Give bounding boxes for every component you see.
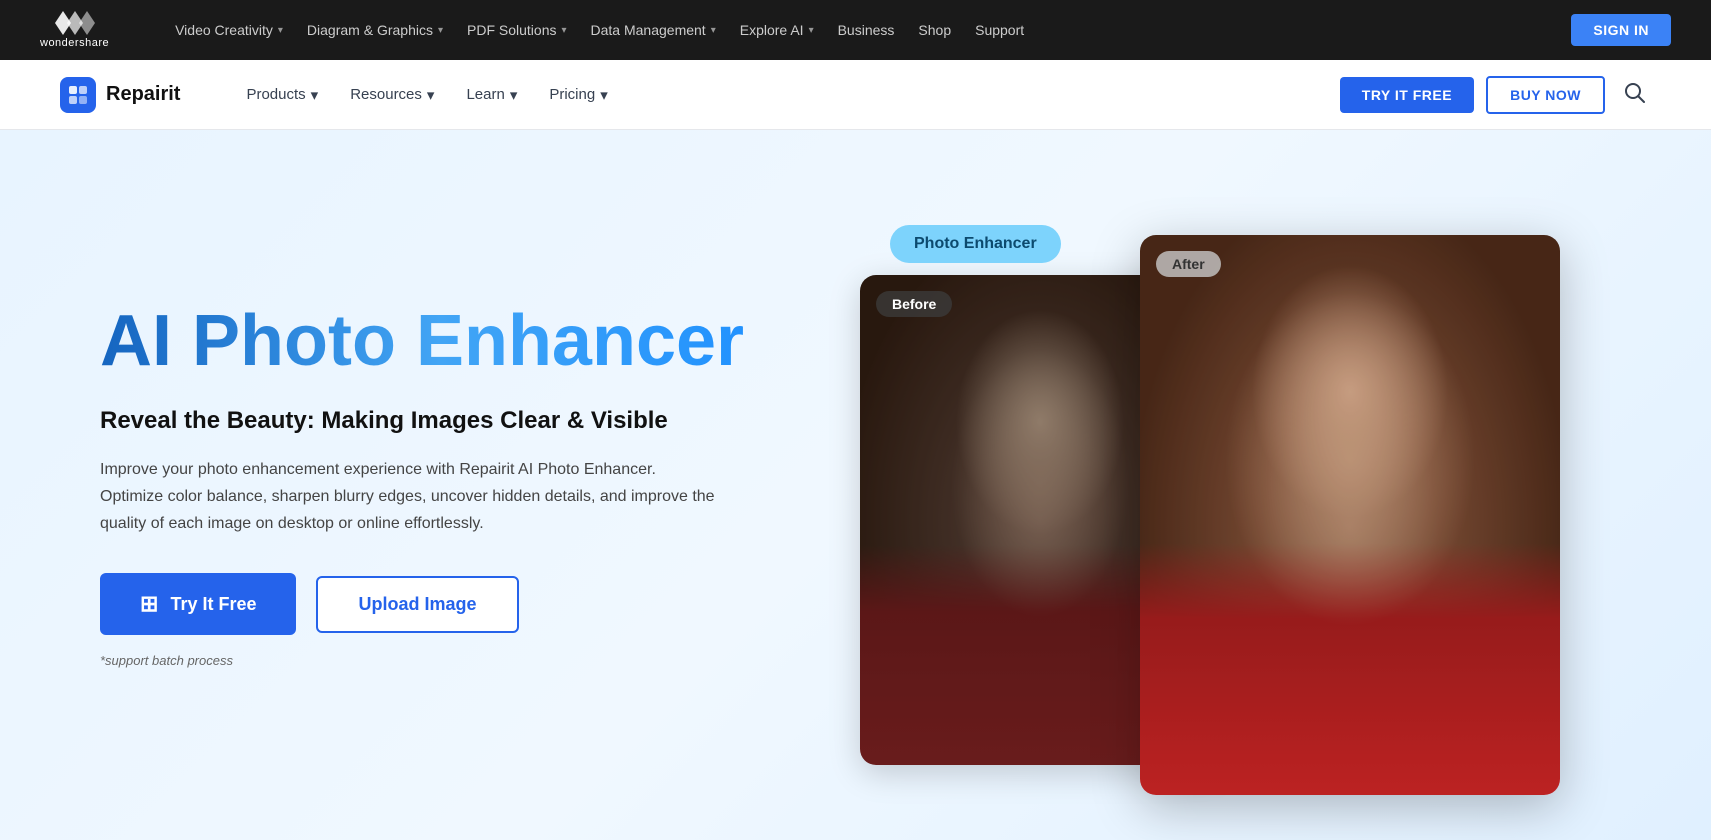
hero-subtitle: Reveal the Beauty: Making Images Clear &…	[100, 405, 780, 436]
chevron-down-icon: ▾	[711, 25, 716, 36]
top-nav-video-creativity[interactable]: Video Creativity ▾	[165, 16, 293, 44]
repairit-logo-icon	[60, 77, 96, 113]
chevron-down-icon: ▾	[311, 86, 319, 104]
top-nav-data-management[interactable]: Data Management ▾	[581, 16, 726, 44]
top-navigation: wondershare Video Creativity ▾ Diagram &…	[0, 0, 1711, 60]
second-navigation: Repairit Products ▾ Resources ▾ Learn ▾ …	[0, 60, 1711, 130]
repairit-brand[interactable]: Repairit	[60, 77, 180, 113]
second-nav-products[interactable]: Products ▾	[232, 78, 332, 112]
second-nav-pricing[interactable]: Pricing ▾	[535, 78, 621, 112]
windows-icon: ⊞	[140, 591, 158, 617]
hero-image-comparison: Photo Enhancer Before After	[860, 225, 1611, 745]
chevron-down-icon: ▾	[561, 25, 566, 36]
top-nav-business[interactable]: Business	[828, 16, 905, 44]
chevron-down-icon: ▾	[809, 25, 814, 36]
top-nav-diagram-graphics[interactable]: Diagram & Graphics ▾	[297, 16, 453, 44]
repairit-brand-name: Repairit	[106, 83, 180, 106]
second-nav-resources[interactable]: Resources ▾	[336, 78, 448, 112]
chevron-down-icon: ▾	[438, 25, 443, 36]
top-nav-items: Video Creativity ▾ Diagram & Graphics ▾ …	[165, 16, 1539, 44]
after-photo	[1140, 235, 1560, 795]
buy-now-button[interactable]: BUY NOW	[1486, 76, 1605, 114]
hero-section: AI Photo Enhancer Reveal the Beauty: Mak…	[0, 130, 1711, 840]
after-label: After	[1156, 251, 1221, 277]
chevron-down-icon: ▾	[278, 25, 283, 36]
chevron-down-icon: ▾	[510, 86, 518, 104]
hero-try-free-button[interactable]: ⊞ Try It Free	[100, 573, 296, 635]
second-nav-learn[interactable]: Learn ▾	[452, 78, 531, 112]
top-nav-right: SIGN IN	[1571, 14, 1671, 46]
try-it-free-button[interactable]: TRY IT FREE	[1340, 77, 1474, 113]
top-nav-pdf-solutions[interactable]: PDF Solutions ▾	[457, 16, 577, 44]
top-nav-explore-ai[interactable]: Explore AI ▾	[730, 16, 824, 44]
hero-content: AI Photo Enhancer Reveal the Beauty: Mak…	[100, 302, 780, 669]
hero-buttons: ⊞ Try It Free Upload Image	[100, 573, 780, 635]
second-nav-items: Products ▾ Resources ▾ Learn ▾ Pricing ▾	[232, 78, 1307, 112]
chevron-down-icon: ▾	[427, 86, 435, 104]
batch-note: *support batch process	[100, 653, 780, 668]
second-nav-right: TRY IT FREE BUY NOW	[1340, 75, 1651, 115]
after-image-card: After	[1140, 235, 1560, 795]
chevron-down-icon: ▾	[600, 86, 608, 104]
photo-enhancer-badge: Photo Enhancer	[890, 225, 1061, 263]
search-button[interactable]	[1617, 75, 1651, 115]
before-label: Before	[876, 291, 952, 317]
wondershare-logo[interactable]: wondershare	[40, 11, 109, 49]
search-icon	[1623, 81, 1645, 103]
wondershare-name: wondershare	[40, 37, 109, 49]
hero-upload-button[interactable]: Upload Image	[316, 576, 518, 633]
top-nav-shop[interactable]: Shop	[908, 16, 961, 44]
hero-description: Improve your photo enhancement experienc…	[100, 456, 720, 538]
sign-in-button[interactable]: SIGN IN	[1571, 14, 1671, 46]
top-nav-support[interactable]: Support	[965, 16, 1034, 44]
hero-title: AI Photo Enhancer	[100, 302, 780, 381]
